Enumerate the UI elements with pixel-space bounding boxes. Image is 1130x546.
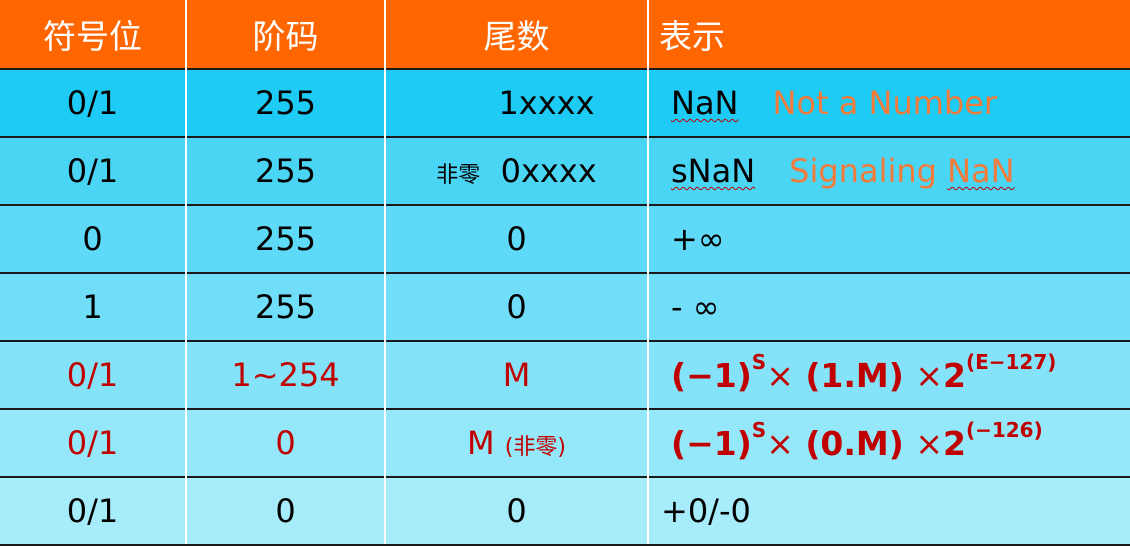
- header-meaning: 表示: [648, 0, 1130, 69]
- mantissa-cell: 非零 0xxxx: [385, 136, 649, 205]
- table-row: 0/1 0 M (非零) (−1)S× (0.M) ×2(−126): [0, 408, 1130, 477]
- mantissa-cell: 0: [385, 204, 649, 273]
- formula-sup-sign: S: [751, 417, 767, 442]
- formula-times: ×: [915, 355, 943, 395]
- denormalized-formula: (−1)S× (0.M) ×2(−126): [671, 420, 1043, 463]
- sign-cell: 0/1: [0, 340, 187, 409]
- exponent-cell: 255: [186, 272, 386, 341]
- formula-sup-exponent: (−126): [965, 417, 1043, 442]
- meaning-cell: +0/-0: [648, 476, 1130, 546]
- ieee754-special-values-table: 符号位 阶码 尾数 表示 0/1 255 1xxxx NaN Not a Numb…: [0, 0, 1130, 546]
- normalized-formula: (−1)S× (1.M) ×2(E−127): [671, 352, 1056, 395]
- table-row: 0/1 255 非零 0xxxx sNaN Signaling NaN: [0, 136, 1130, 205]
- meaning-cell: sNaN Signaling NaN: [648, 136, 1130, 205]
- note-word: Signaling: [789, 152, 937, 190]
- formula-sup-exponent: (E−127): [965, 349, 1057, 374]
- formula-base: (−1): [671, 423, 752, 463]
- table-row: 0/1 1~254 M (−1)S× (1.M) ×2(E−127): [0, 340, 1130, 409]
- meaning-cell: (−1)S× (0.M) ×2(−126): [648, 408, 1130, 477]
- formula-times: ×: [766, 423, 794, 463]
- mantissa-cell: M (非零): [385, 408, 649, 477]
- formula-two: 2: [942, 355, 966, 395]
- sign-cell: 0/1: [0, 476, 187, 546]
- table-row: 1 255 0 - ∞: [0, 272, 1130, 341]
- mantissa-suffix: (非零): [504, 435, 566, 460]
- exponent-cell: 255: [186, 136, 386, 205]
- meaning-value: sNaN: [671, 152, 756, 190]
- mantissa-value: M: [467, 424, 495, 462]
- formula-sup-sign: S: [751, 349, 767, 374]
- mantissa-cell: 1xxxx: [385, 68, 649, 137]
- header-exponent: 阶码: [186, 0, 386, 69]
- table-row: 0/1 255 1xxxx NaN Not a Number: [0, 68, 1130, 137]
- meaning-cell: (−1)S× (1.M) ×2(E−127): [648, 340, 1130, 409]
- meaning-cell: +∞: [648, 204, 1130, 273]
- mantissa-value: 0xxxx: [500, 152, 597, 190]
- sign-cell: 0: [0, 204, 187, 273]
- mantissa-cell: M: [385, 340, 649, 409]
- exponent-cell: 255: [186, 204, 386, 273]
- sign-cell: 0/1: [0, 136, 187, 205]
- meaning-note: Not a Number: [772, 84, 998, 122]
- meaning-note: Signaling NaN: [789, 152, 1014, 190]
- table-row: 0 255 0 +∞: [0, 204, 1130, 273]
- formula-base: (−1): [671, 355, 752, 395]
- exponent-cell: 0: [186, 408, 386, 477]
- mantissa-prefix: 非零: [436, 163, 481, 188]
- mantissa-cell: 0: [385, 476, 649, 546]
- exponent-cell: 0: [186, 476, 386, 546]
- table-row: 0/1 0 0 +0/-0: [0, 476, 1130, 546]
- exponent-cell: 255: [186, 68, 386, 137]
- sign-cell: 0/1: [0, 68, 187, 137]
- meaning-cell: NaN Not a Number: [648, 68, 1130, 137]
- header-row: 符号位 阶码 尾数 表示: [0, 0, 1130, 69]
- mantissa-value: 1xxxx: [498, 84, 595, 122]
- meaning-cell: - ∞: [648, 272, 1130, 341]
- header-sign: 符号位: [0, 0, 187, 69]
- note-nan: NaN: [947, 152, 1015, 190]
- mantissa-cell: 0: [385, 272, 649, 341]
- header-mantissa: 尾数: [385, 0, 649, 69]
- formula-two: 2: [942, 423, 966, 463]
- sign-cell: 1: [0, 272, 187, 341]
- formula-mantissa: (0.M): [793, 423, 916, 463]
- formula-times: ×: [915, 423, 943, 463]
- meaning-value: NaN: [671, 84, 739, 122]
- formula-mantissa: (1.M): [793, 355, 916, 395]
- formula-times: ×: [766, 355, 794, 395]
- sign-cell: 0/1: [0, 408, 187, 477]
- exponent-cell: 1~254: [186, 340, 386, 409]
